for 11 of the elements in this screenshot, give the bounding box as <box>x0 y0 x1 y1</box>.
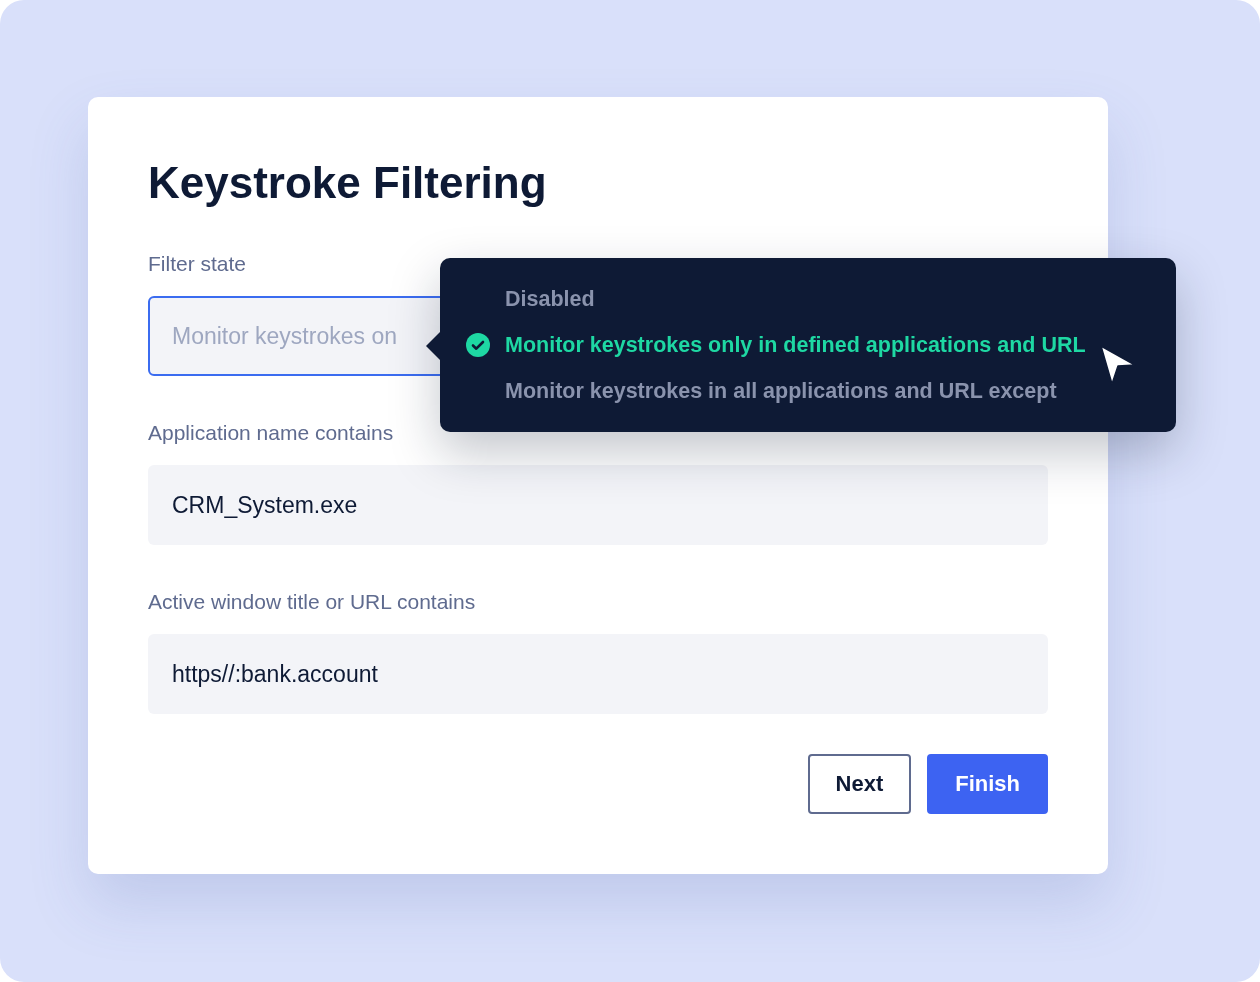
field-label: Filter state <box>148 251 247 277</box>
field-label: Active window title or URL contains <box>148 589 476 615</box>
dropdown-option[interactable]: Monitor keystrokes only in defined applications and URL <box>505 322 1086 368</box>
dialog-title: Keystroke Filtering <box>148 157 547 209</box>
input-field[interactable]: https//:bank.account <box>148 634 1048 714</box>
secondary-button[interactable]: Next <box>807 754 912 814</box>
dropdown-option[interactable]: Disabled <box>505 276 595 322</box>
input-field[interactable]: CRM_System.exe <box>148 465 1048 545</box>
dropdown-option[interactable]: Monitor keystrokes in all applications and URL except <box>505 368 1057 414</box>
field-label: Application name contains <box>148 420 394 446</box>
primary-button[interactable]: Finish <box>927 754 1048 814</box>
